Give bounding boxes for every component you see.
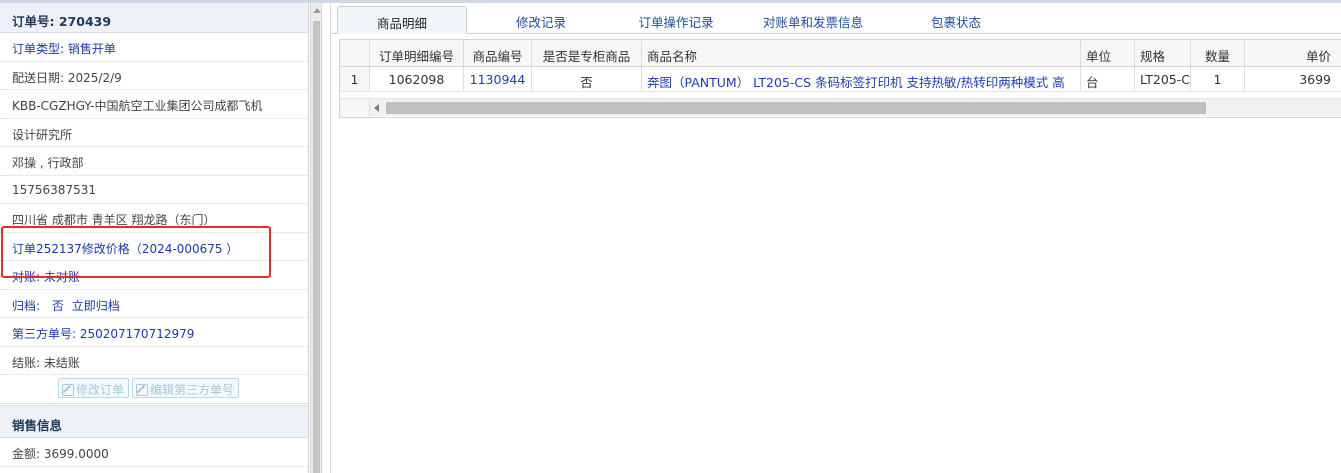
- scroll-up-icon[interactable]: [313, 8, 321, 13]
- edit-order-button[interactable]: 修改订单: [58, 378, 130, 398]
- delivery-date: 配送日期: 2025/2/9: [0, 62, 308, 90]
- tab-reconcile-invoice[interactable]: 对账单和发票信息: [743, 6, 883, 34]
- order-actions: 修改订单 编辑第三方单号: [0, 375, 308, 404]
- cell-spec: LT205-C: [1135, 67, 1191, 91]
- detail-panel: 商品明细 修改记录 订单操作记录 对账单和发票信息 包裹状态 订单明细编号 商品…: [330, 3, 1341, 473]
- order-number-header: 订单号: 270439: [0, 3, 308, 33]
- left-panel-scrollbar[interactable]: [310, 3, 322, 473]
- col-qty[interactable]: 数量: [1191, 40, 1245, 66]
- third-party-number: 第三方单号: 250207170712979: [0, 318, 308, 347]
- archive-value: 否: [51, 298, 64, 313]
- customer-name-line2: 设计研究所: [0, 119, 308, 147]
- row-number: 1: [340, 67, 370, 91]
- order-type: 订单类型: 销售开单: [0, 33, 308, 62]
- table-header: 订单明细编号 商品编号 是否是专柜商品 商品名称 单位 规格 数量 单价: [340, 40, 1341, 67]
- table-row[interactable]: 1 1062098 1130944 否 奔图（PANTUM） LT205-CS …: [340, 67, 1341, 92]
- sales-amount: 金额: 3699.0000: [0, 438, 308, 467]
- table-horizontal-scrollbar[interactable]: [340, 98, 1341, 117]
- tab-bar: 商品明细 修改记录 订单操作记录 对账单和发票信息 包裹状态: [331, 3, 1341, 34]
- price-change-link[interactable]: 订单252137修改价格（2024-000675 ）: [0, 233, 308, 261]
- sales-info-header: 销售信息: [0, 405, 308, 438]
- delivery-address: 四川省 成都市 青羊区 翔龙路（东门）: [0, 204, 308, 233]
- archive-label: 归档:: [12, 298, 41, 313]
- tab-product-detail[interactable]: 商品明细: [337, 6, 467, 34]
- tab-modify-records[interactable]: 修改记录: [491, 6, 591, 34]
- col-detail-no[interactable]: 订单明细编号: [370, 40, 464, 66]
- edit-icon: [136, 384, 149, 396]
- cell-qty: 1: [1191, 67, 1245, 91]
- settle-status: 结账: 未结账: [0, 347, 308, 375]
- scrollbar-thumb[interactable]: [313, 21, 320, 473]
- edit-third-party-label: 编辑第三方单号: [150, 383, 235, 397]
- col-unit[interactable]: 单位: [1081, 40, 1135, 66]
- order-info-panel: 订单号: 270439 订单类型: 销售开单 配送日期: 2025/2/9 KB…: [0, 3, 309, 473]
- scroll-left-icon[interactable]: [374, 104, 379, 112]
- contact-person: 邓操 , 行政部: [0, 147, 308, 176]
- archive-row: 归档: 否 立即归档: [0, 290, 308, 318]
- tab-order-operation-records[interactable]: 订单操作记录: [621, 6, 731, 34]
- cell-unit: 台: [1081, 67, 1135, 91]
- cell-product-name-link[interactable]: 奔图（PANTUM） LT205-CS 条码标签打印机 支持热敏/热转印两种模式…: [642, 67, 1081, 91]
- customer-name-line1: KBB-CGZHGY-中国航空工业集团公司成都飞机: [0, 90, 308, 119]
- col-spec[interactable]: 规格: [1135, 40, 1191, 66]
- scrollbar-corner: [340, 99, 370, 117]
- horizontal-scrollbar-thumb[interactable]: [386, 102, 1206, 114]
- cell-product-no-link[interactable]: 1130944: [464, 67, 532, 91]
- cell-price: 3699: [1299, 72, 1331, 87]
- reconcile-status: 对账: 未对账: [0, 261, 308, 290]
- cell-detail-no: 1062098: [370, 67, 464, 91]
- tab-package-status[interactable]: 包裹状态: [906, 6, 1006, 34]
- edit-icon: [62, 384, 74, 396]
- col-price[interactable]: 单价: [1245, 40, 1341, 66]
- col-product-name[interactable]: 商品名称: [642, 40, 1081, 66]
- col-product-no[interactable]: 商品编号: [464, 40, 532, 66]
- order-detail-window: 订单号: 270439 订单类型: 销售开单 配送日期: 2025/2/9 KB…: [0, 0, 1341, 473]
- archive-now-link[interactable]: 立即归档: [72, 299, 120, 313]
- edit-order-label: 修改订单: [76, 383, 125, 397]
- row-number-header: [340, 40, 370, 66]
- col-is-counter[interactable]: 是否是专柜商品: [532, 40, 642, 66]
- edit-third-party-button[interactable]: 编辑第三方单号: [132, 378, 240, 398]
- product-detail-table: 订单明细编号 商品编号 是否是专柜商品 商品名称 单位 规格 数量 单价 1 1…: [339, 39, 1341, 118]
- contact-phone: 15756387531: [0, 176, 308, 204]
- cell-is-counter: 否: [532, 67, 642, 91]
